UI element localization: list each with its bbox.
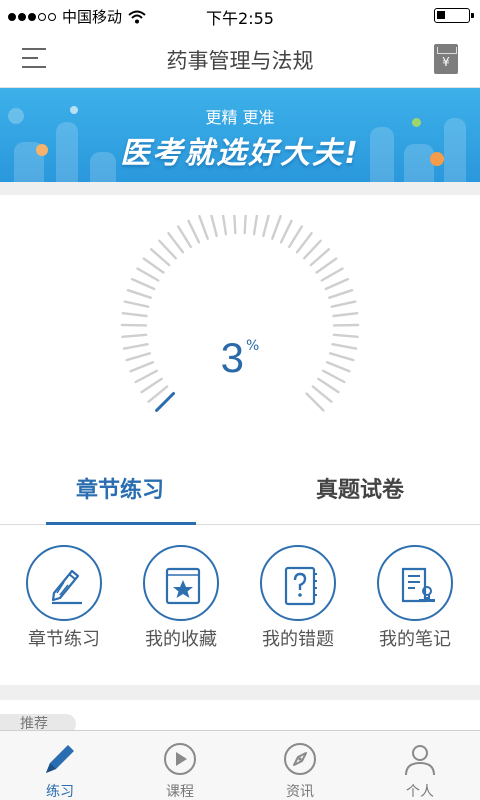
progress-card: 3% 章节练习 真题试卷 章节练习 我的收藏 我的错题 我的笔记 <box>0 195 480 685</box>
gauge-tick <box>328 288 354 299</box>
gauge-tick <box>198 215 209 240</box>
feature-label: 我的收藏 <box>145 629 217 650</box>
gauge-tick <box>158 239 178 260</box>
active-tab-indicator <box>46 522 196 525</box>
gauge-tick <box>332 311 359 318</box>
menu-icon-line <box>22 57 38 59</box>
feature-icon-ring <box>260 545 336 621</box>
feature-chapter-practice[interactable]: 章节练习 <box>4 545 124 655</box>
tab-past-exams[interactable]: 真题试卷 <box>240 465 480 525</box>
gauge-tick <box>147 385 169 403</box>
nav-bar: 药事管理与法规 ¥ <box>0 30 480 88</box>
gauge-tick <box>305 392 325 412</box>
status-time: 下午2:55 <box>206 9 274 28</box>
battery-icon <box>434 8 474 23</box>
feature-favorites[interactable]: 我的收藏 <box>121 545 241 655</box>
banner-headline: 医考就选好大夫! <box>120 136 360 171</box>
gauge-tick <box>130 277 156 291</box>
gauge-tick <box>287 225 304 249</box>
gauge-tick <box>167 232 185 254</box>
play-circle-icon <box>164 743 196 775</box>
yen-icon: ¥ <box>442 55 450 69</box>
gauge-tick <box>320 267 344 282</box>
gauge-tick <box>187 219 201 244</box>
progress-gauge: 3% <box>110 207 370 425</box>
progress-value: 3% <box>110 334 370 382</box>
tabbar-label: 个人 <box>406 784 434 800</box>
gauge-tick <box>221 209 228 236</box>
gauge-tick <box>309 248 331 267</box>
gauge-tick-active <box>155 392 175 412</box>
tabbar-news[interactable]: 资讯 <box>240 731 360 800</box>
gauge-tick <box>295 232 313 254</box>
pencil-icon <box>51 569 82 605</box>
tabbar-practice[interactable]: 练习 <box>0 731 120 800</box>
gauge-tick <box>279 219 293 244</box>
gauge-tick <box>209 211 218 238</box>
gauge-tick <box>311 385 333 403</box>
feature-icon-ring <box>377 545 453 621</box>
tab-chapter-practice[interactable]: 章节练习 <box>0 465 240 525</box>
tabbar-profile[interactable]: 个人 <box>360 731 480 800</box>
gauge-tick <box>302 239 322 260</box>
gauge-tick <box>142 257 165 274</box>
progress-number: 3 <box>220 334 245 381</box>
gauge-tick <box>232 207 237 235</box>
feature-wrong-answers[interactable]: 我的错题 <box>238 545 358 655</box>
gauge-tick <box>150 248 171 267</box>
gauge-tick <box>121 311 148 318</box>
gauge-tick <box>136 267 160 282</box>
gauge-tick <box>315 257 338 274</box>
practice-tabs: 章节练习 真题试卷 <box>0 465 480 525</box>
promo-banner[interactable]: 更精 更准 医考就选好大夫! <box>0 88 480 182</box>
tabbar-courses[interactable]: 课程 <box>120 731 240 800</box>
star-book-icon <box>165 567 201 605</box>
question-notebook-icon <box>284 566 317 606</box>
feature-label: 我的笔记 <box>379 629 451 650</box>
status-bar: 中国移动 下午2:55 <box>0 0 480 30</box>
compass-icon <box>284 743 316 775</box>
app-screen: 中国移动 下午2:55 药事管理与法规 ¥ 更精 更准 医考就选好大夫! 3 %… <box>0 0 480 800</box>
feature-icon-ring <box>143 545 219 621</box>
tabbar-label: 课程 <box>166 784 194 800</box>
feature-notes[interactable]: 我的笔记 <box>355 545 475 655</box>
recommend-section: 推荐 <box>0 700 480 734</box>
gauge-tick <box>126 288 152 299</box>
gauge-dial <box>120 207 360 412</box>
feature-label: 章节练习 <box>28 629 100 650</box>
gauge-tick <box>324 277 350 291</box>
feature-label: 我的错题 <box>262 629 334 650</box>
gauge-tick <box>123 300 150 308</box>
gauge-tick <box>271 215 282 240</box>
feature-grid: 章节练习 我的收藏 我的错题 我的笔记 <box>0 545 480 665</box>
gauge-tick <box>262 211 271 238</box>
gauge-tick <box>330 300 357 308</box>
menu-button[interactable] <box>22 46 48 70</box>
wallet-button[interactable]: ¥ <box>434 44 458 74</box>
gauge-tick <box>176 225 193 249</box>
bottom-tab-bar: 练习 课程 资讯 个人 <box>0 730 480 800</box>
page-title: 药事管理与法规 <box>166 49 314 73</box>
note-stamp-icon <box>401 567 435 603</box>
banner-subtitle: 更精 更准 <box>205 108 275 127</box>
tabbar-label: 资讯 <box>286 784 314 800</box>
pencil-icon <box>46 745 74 773</box>
menu-icon-line <box>22 66 46 68</box>
progress-unit: % <box>246 338 260 354</box>
gauge-tick <box>243 207 248 235</box>
gauge-tick <box>252 209 259 236</box>
person-icon <box>405 745 435 776</box>
tabbar-label: 练习 <box>46 784 74 800</box>
menu-icon-line <box>22 48 46 50</box>
feature-icon-ring <box>26 545 102 621</box>
